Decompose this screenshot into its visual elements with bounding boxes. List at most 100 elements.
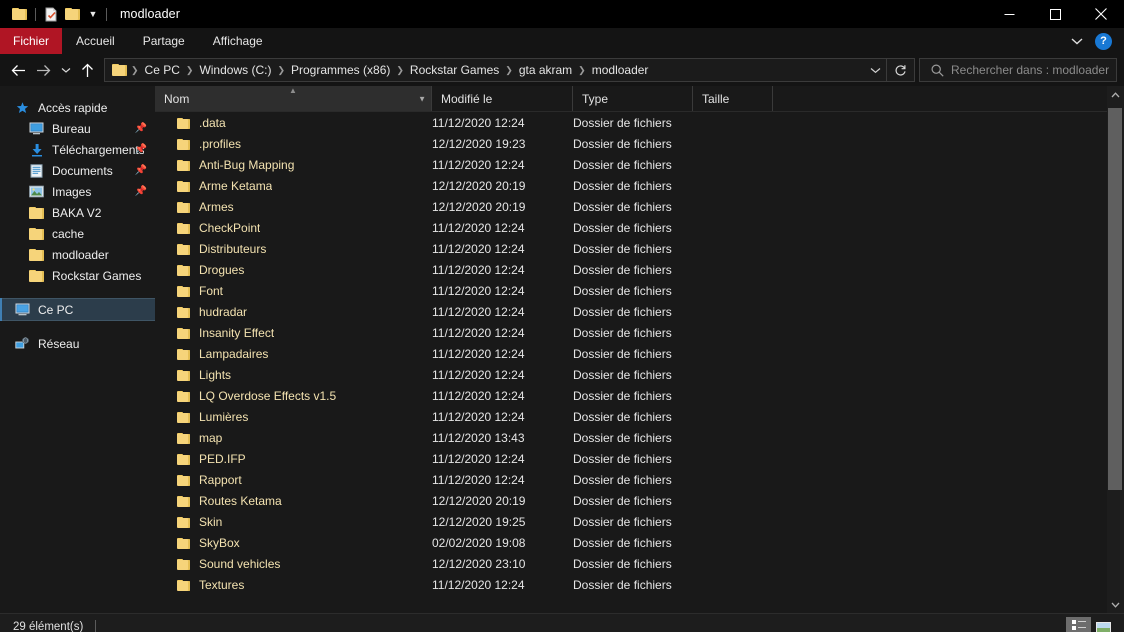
table-row[interactable]: .data 11/12/2020 12:24 Dossier de fichiers xyxy=(155,112,1107,133)
sidebar-item-documents[interactable]: Documents 📌 xyxy=(0,160,155,181)
cell-name[interactable]: Lampadaires xyxy=(155,347,432,361)
tab-accueil[interactable]: Accueil xyxy=(62,28,129,54)
breadcrumb-item-gta-akram[interactable]: gta akram xyxy=(514,63,577,77)
column-filter-chevron-icon[interactable]: ▼ xyxy=(418,94,426,103)
pin-icon[interactable]: 📌 xyxy=(135,186,147,197)
breadcrumb-item-modloader[interactable]: modloader xyxy=(587,63,654,77)
cell-name[interactable]: Font xyxy=(155,284,432,298)
table-row[interactable]: Lights 11/12/2020 12:24 Dossier de fichier… xyxy=(155,364,1107,385)
table-row[interactable]: Arme Ketama 12/12/2020 20:19 Dossier de fi… xyxy=(155,175,1107,196)
new-folder-icon[interactable] xyxy=(62,3,84,25)
sidebar-item-images[interactable]: Images 📌 xyxy=(0,181,155,202)
up-arrow-icon[interactable] xyxy=(75,57,100,83)
sidebar-item-bureau[interactable]: Bureau 📌 xyxy=(0,118,155,139)
table-row[interactable]: Lampadaires 11/12/2020 12:24 Dossier de fi… xyxy=(155,343,1107,364)
cell-name[interactable]: Arme Ketama xyxy=(155,179,432,193)
sidebar-group-acces-rapide[interactable]: Accès rapide xyxy=(0,97,155,118)
cell-name[interactable]: CheckPoint xyxy=(155,221,432,235)
table-row[interactable]: Routes Ketama 12/12/2020 20:19 Dossier de … xyxy=(155,490,1107,511)
tab-affichage[interactable]: Affichage xyxy=(199,28,277,54)
cell-name[interactable]: .data xyxy=(155,116,432,130)
table-row[interactable]: Drogues 11/12/2020 12:24 Dossier de fichie… xyxy=(155,259,1107,280)
sidebar-item-telechargements[interactable]: Téléchargements 📌 xyxy=(0,139,155,160)
scrollbar-track[interactable] xyxy=(1107,103,1124,596)
address-history-chevron-icon[interactable] xyxy=(864,59,886,81)
maximize-button[interactable] xyxy=(1032,0,1078,28)
cell-name[interactable]: Drogues xyxy=(155,263,432,277)
pin-icon[interactable]: 📌 xyxy=(135,165,147,176)
search-input[interactable]: Rechercher dans : modloader xyxy=(951,63,1109,77)
cell-name[interactable]: map xyxy=(155,431,432,445)
breadcrumb-item-rockstar-games[interactable]: Rockstar Games xyxy=(405,63,504,77)
refresh-icon[interactable] xyxy=(887,59,914,81)
table-row[interactable]: Anti-Bug Mapping 11/12/2020 12:24 Dossier … xyxy=(155,154,1107,175)
properties-icon[interactable] xyxy=(40,3,62,25)
expand-ribbon-chevron-icon[interactable] xyxy=(1065,29,1089,53)
scroll-down-arrow-icon[interactable] xyxy=(1107,596,1124,613)
column-header-nom[interactable]: ▲ Nom ▼ xyxy=(155,86,432,111)
cell-name[interactable]: Textures xyxy=(155,578,432,592)
cell-name[interactable]: Armes xyxy=(155,200,432,214)
close-button[interactable] xyxy=(1078,0,1124,28)
scrollbar-thumb[interactable] xyxy=(1108,108,1122,490)
cell-name[interactable]: Sound vehicles xyxy=(155,557,432,571)
table-row[interactable]: map 11/12/2020 13:43 Dossier de fichiers xyxy=(155,427,1107,448)
sidebar-item-reseau[interactable]: Réseau xyxy=(0,333,155,354)
table-row[interactable]: SkyBox 02/02/2020 19:08 Dossier de fichier… xyxy=(155,532,1107,553)
table-row[interactable]: Skin 12/12/2020 19:25 Dossier de fichiers xyxy=(155,511,1107,532)
help-icon[interactable]: ? xyxy=(1095,32,1112,50)
scroll-up-arrow-icon[interactable] xyxy=(1107,86,1124,103)
column-header-type[interactable]: Type xyxy=(573,86,693,111)
breadcrumb-item-programmes-x86[interactable]: Programmes (x86) xyxy=(286,63,395,77)
address-bar[interactable]: ❯ Ce PC ❯ Windows (C:) ❯ Programmes (x86… xyxy=(104,58,915,82)
sidebar-item-baka-v2[interactable]: BAKA V2 xyxy=(0,202,155,223)
cell-name[interactable]: Insanity Effect xyxy=(155,326,432,340)
tab-partage[interactable]: Partage xyxy=(129,28,199,54)
cell-name[interactable]: .profiles xyxy=(155,137,432,151)
cell-name[interactable]: hudradar xyxy=(155,305,432,319)
table-row[interactable]: Distributeurs 11/12/2020 12:24 Dossier de … xyxy=(155,238,1107,259)
table-row[interactable]: Lumières 11/12/2020 12:24 Dossier de fichi… xyxy=(155,406,1107,427)
table-row[interactable]: Armes 12/12/2020 20:19 Dossier de fichiers xyxy=(155,196,1107,217)
folder-icon[interactable] xyxy=(9,3,31,25)
minimize-button[interactable] xyxy=(986,0,1032,28)
pin-icon[interactable]: 📌 xyxy=(135,123,147,134)
table-row[interactable]: PED.IFP 11/12/2020 12:24 Dossier de fichie… xyxy=(155,448,1107,469)
cell-name[interactable]: Lumières xyxy=(155,410,432,424)
cell-name[interactable]: Lights xyxy=(155,368,432,382)
sidebar-item-modloader[interactable]: modloader xyxy=(0,244,155,265)
forward-arrow-icon[interactable] xyxy=(31,57,56,83)
cell-name[interactable]: Rapport xyxy=(155,473,432,487)
table-row[interactable]: Insanity Effect 11/12/2020 12:24 Dossier d… xyxy=(155,322,1107,343)
large-icons-view-button[interactable] xyxy=(1091,617,1116,632)
table-row[interactable]: Textures 11/12/2020 12:24 Dossier de fichi… xyxy=(155,574,1107,595)
breadcrumb-item-ce-pc[interactable]: Ce PC xyxy=(140,63,185,77)
table-row[interactable]: .profiles 12/12/2020 19:23 Dossier de fich… xyxy=(155,133,1107,154)
sidebar-item-rockstar-games[interactable]: Rockstar Games xyxy=(0,265,155,286)
customize-quick-access-chevron-icon[interactable]: ▼ xyxy=(84,3,102,25)
table-row[interactable]: LQ Overdose Effects v1.5 11/12/2020 12:24… xyxy=(155,385,1107,406)
cell-name[interactable]: Routes Ketama xyxy=(155,494,432,508)
cell-name[interactable]: LQ Overdose Effects v1.5 xyxy=(155,389,432,403)
details-view-button[interactable] xyxy=(1066,616,1091,632)
sidebar-item-ce-pc[interactable]: Ce PC xyxy=(0,298,155,321)
recent-locations-chevron-icon[interactable] xyxy=(56,57,75,83)
vertical-scrollbar[interactable] xyxy=(1107,86,1124,613)
table-row[interactable]: Rapport 11/12/2020 12:24 Dossier de fichie… xyxy=(155,469,1107,490)
sidebar-item-cache[interactable]: cache xyxy=(0,223,155,244)
table-row[interactable]: Font 11/12/2020 12:24 Dossier de fichiers xyxy=(155,280,1107,301)
tab-fichier[interactable]: Fichier xyxy=(0,28,63,54)
column-header-taille[interactable]: Taille xyxy=(693,86,773,111)
file-rows[interactable]: .data 11/12/2020 12:24 Dossier de fichiers… xyxy=(155,112,1107,613)
cell-name[interactable]: SkyBox xyxy=(155,536,432,550)
column-header-modifie-le[interactable]: Modifié le xyxy=(432,86,573,111)
table-row[interactable]: CheckPoint 11/12/2020 12:24 Dossier de fic… xyxy=(155,217,1107,238)
cell-name[interactable]: Skin xyxy=(155,515,432,529)
breadcrumb-item-windows-c[interactable]: Windows (C:) xyxy=(194,63,276,77)
pin-icon[interactable]: 📌 xyxy=(135,144,147,155)
cell-name[interactable]: Distributeurs xyxy=(155,242,432,256)
cell-name[interactable]: Anti-Bug Mapping xyxy=(155,158,432,172)
table-row[interactable]: hudradar 11/12/2020 12:24 Dossier de fichi… xyxy=(155,301,1107,322)
cell-name[interactable]: PED.IFP xyxy=(155,452,432,466)
back-arrow-icon[interactable] xyxy=(6,57,31,83)
